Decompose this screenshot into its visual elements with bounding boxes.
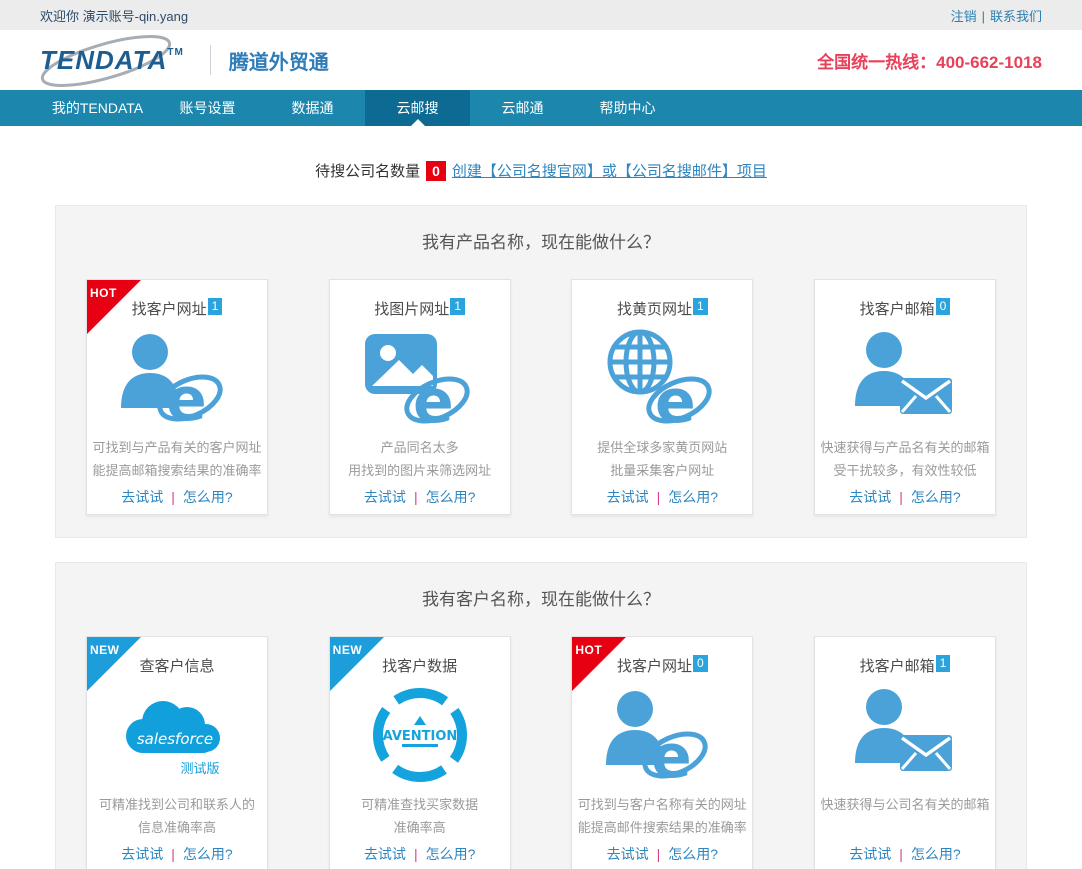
- try-it-link[interactable]: 去试试: [364, 846, 406, 862]
- how-to-use-link[interactable]: 怎么用?: [911, 846, 961, 862]
- new-ribbon: NEW: [87, 637, 141, 691]
- person-ie-icon: e: [603, 685, 721, 785]
- salesforce-icon: salesforce: [117, 694, 237, 762]
- card-find-customer-data: NEW 找客户数据 AVENTION 可精准查找买家数据准确率高 去试试|怎么用…: [329, 636, 511, 869]
- section-customer-name: 我有客户名称，现在能做什么？ NEW 查客户信息: [55, 562, 1027, 869]
- link-separator: |: [657, 846, 661, 862]
- count-badge: 1: [936, 655, 951, 672]
- header-divider: [210, 45, 211, 75]
- card-find-image-urls: 找图片网址1 e 产品同名太多用找到的图片来筛选网址 去试试 | 怎么用?: [329, 279, 511, 515]
- try-it-link[interactable]: 去试试: [607, 489, 649, 505]
- card-description: 快速获得与公司名有关的邮箱: [815, 793, 995, 839]
- link-separator: |: [657, 489, 661, 505]
- count-badge: 1: [450, 298, 465, 315]
- svg-text:e: e: [651, 722, 692, 785]
- card-find-yellowpage-urls: 找黄页网址1 e: [571, 279, 753, 515]
- product-name: 腾道外贸通: [229, 46, 329, 75]
- create-project-link[interactable]: 创建【公司名搜官网】或【公司名搜邮件】项目: [452, 160, 767, 181]
- how-to-use-link[interactable]: 怎么用?: [668, 846, 718, 862]
- avention-icon: AVENTION: [368, 683, 472, 787]
- card-find-customer-urls: HOT 找客户网址0 e 可找到与客户名称有关的网址能提高邮件搜索结果的准确率 …: [571, 636, 753, 869]
- card-description: 可找到与产品有关的客户网址能提高邮箱搜索结果的准确率: [87, 436, 267, 482]
- main-nav: 我的TENDATA 账号设置 数据通 云邮搜 云邮通 帮助中心: [0, 90, 1082, 126]
- logo-text: TENDATATM: [40, 47, 184, 73]
- link-separator: |: [414, 489, 418, 505]
- person-mail-icon: [846, 328, 964, 428]
- welcome-text: 欢迎你 演示账号-qin.yang: [40, 6, 188, 25]
- card-check-customer-info: NEW 查客户信息 salesforce 测试版: [86, 636, 268, 869]
- how-to-use-link[interactable]: 怎么用?: [426, 846, 476, 862]
- card-find-customer-emails: 找客户邮箱0 快速获得与产品名有关的邮箱受干扰较多，有效性较低 去试试 | 怎么用?: [814, 279, 996, 515]
- link-separator: |: [899, 846, 903, 862]
- svg-text:salesforce: salesforce: [137, 730, 213, 748]
- how-to-use-link[interactable]: 怎么用?: [426, 489, 476, 505]
- pending-search-notice: 待搜公司名数量 0 创建【公司名搜官网】或【公司名搜邮件】项目: [0, 160, 1082, 181]
- svg-text:AVENTION: AVENTION: [382, 729, 457, 744]
- topbar-separator: |: [982, 9, 985, 24]
- card-row: HOT 找客户网址1 e 可找到与产品有关的客户网址能提高邮箱搜索结果的准确率 …: [86, 279, 996, 515]
- globe-ie-icon: e: [603, 328, 721, 428]
- tendata-logo[interactable]: TENDATATM: [40, 47, 184, 73]
- nav-item-cloud-mail-search[interactable]: 云邮搜: [365, 90, 470, 126]
- nav-item-data-service[interactable]: 数据通: [260, 90, 365, 126]
- card-title: 找客户邮箱0: [815, 298, 995, 320]
- how-to-use-link[interactable]: 怎么用?: [183, 846, 233, 862]
- card-description: 可精准查找买家数据准确率高: [330, 793, 510, 839]
- link-separator: |: [899, 489, 903, 505]
- hot-ribbon: HOT: [572, 637, 626, 691]
- card-find-customer-urls: HOT 找客户网址1 e 可找到与产品有关的客户网址能提高邮箱搜索结果的准确率 …: [86, 279, 268, 515]
- nav-item-my-tendata[interactable]: 我的TENDATA: [40, 90, 155, 126]
- how-to-use-link[interactable]: 怎么用?: [668, 489, 718, 505]
- try-it-link[interactable]: 去试试: [849, 489, 891, 505]
- image-ie-icon: e: [361, 328, 479, 428]
- hot-ribbon: HOT: [87, 280, 141, 334]
- card-title: 找黄页网址1: [572, 298, 752, 320]
- card-description: 提供全球多家黄页网站批量采集客户网址: [572, 436, 752, 482]
- svg-text:e: e: [413, 367, 454, 428]
- card-description: 快速获得与产品名有关的邮箱受干扰较多，有效性较低: [815, 436, 995, 482]
- nav-item-account-settings[interactable]: 账号设置: [155, 90, 260, 126]
- link-separator: |: [171, 489, 175, 505]
- person-mail-icon: [846, 685, 964, 785]
- link-separator: |: [171, 846, 175, 862]
- count-badge: 1: [693, 298, 708, 315]
- try-it-link[interactable]: 去试试: [364, 489, 406, 505]
- how-to-use-link[interactable]: 怎么用?: [911, 489, 961, 505]
- nav-item-cloud-mail[interactable]: 云邮通: [470, 90, 575, 126]
- page: 欢迎你 演示账号-qin.yang 注销 | 联系我们 TENDATATM 腾道外贸…: [0, 0, 1082, 869]
- svg-text:e: e: [655, 367, 696, 428]
- card-description: 可找到与客户名称有关的网址能提高邮件搜索结果的准确率: [572, 793, 752, 839]
- contact-us-link[interactable]: 联系我们: [990, 9, 1042, 24]
- topbar: 欢迎你 演示账号-qin.yang 注销 | 联系我们: [0, 0, 1082, 30]
- card-row: NEW 查客户信息 salesforce 测试版: [86, 636, 996, 869]
- try-it-link[interactable]: 去试试: [849, 846, 891, 862]
- person-ie-icon: e: [118, 328, 236, 428]
- notice-count-badge: 0: [426, 161, 446, 181]
- notice-label: 待搜公司名数量: [315, 160, 420, 181]
- header: TENDATATM 腾道外贸通 全国统一热线：400-662-1018: [0, 30, 1082, 90]
- new-ribbon: NEW: [330, 637, 384, 691]
- count-badge: 0: [936, 298, 951, 315]
- hotline-text: 全国统一热线：400-662-1018: [817, 48, 1042, 73]
- card-description: 可精准找到公司和联系人的信息准确率高: [87, 793, 267, 839]
- try-it-link[interactable]: 去试试: [121, 846, 163, 862]
- logout-link[interactable]: 注销: [951, 9, 977, 24]
- count-badge: 0: [693, 655, 708, 672]
- try-it-link[interactable]: 去试试: [121, 489, 163, 505]
- section-title: 我有客户名称，现在能做什么？: [86, 585, 996, 610]
- card-description: 产品同名太多用找到的图片来筛选网址: [330, 436, 510, 482]
- nav-item-help-center[interactable]: 帮助中心: [575, 90, 680, 126]
- section-title: 我有产品名称，现在能做什么？: [86, 228, 996, 253]
- card-find-customer-emails: 找客户邮箱1 快速获得与公司名有关的邮箱 去试试 | 怎么用?: [814, 636, 996, 869]
- salesforce-trial-caption: 测试版: [180, 758, 219, 777]
- how-to-use-link[interactable]: 怎么用?: [183, 489, 233, 505]
- logo-tm: TM: [167, 47, 183, 58]
- svg-text:e: e: [166, 365, 207, 428]
- card-title: 找客户邮箱1: [815, 655, 995, 677]
- section-product-name: 我有产品名称，现在能做什么？ HOT 找客户网址1 e 可找到与产品: [55, 205, 1027, 538]
- count-badge: 1: [208, 298, 223, 315]
- card-title: 找图片网址1: [330, 298, 510, 320]
- try-it-link[interactable]: 去试试: [607, 846, 649, 862]
- link-separator: |: [414, 846, 418, 862]
